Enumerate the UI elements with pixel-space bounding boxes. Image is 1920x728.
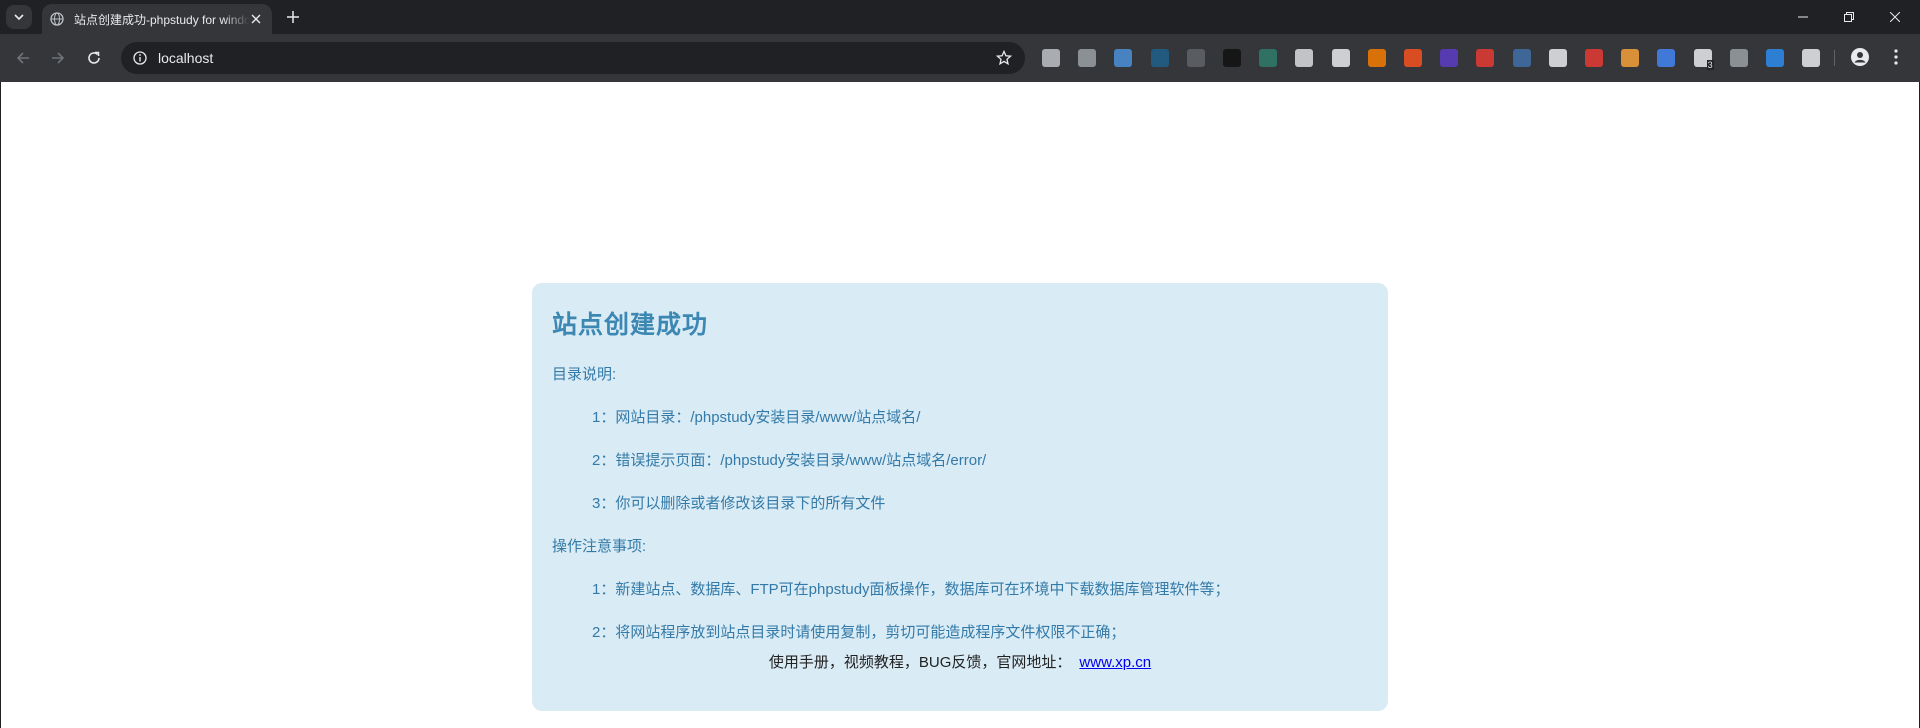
plus-icon bbox=[287, 11, 299, 23]
bookmark-star-icon[interactable] bbox=[995, 49, 1013, 67]
arrow-left-icon bbox=[16, 52, 29, 64]
site-info-icon[interactable] bbox=[131, 49, 149, 67]
minimize-button[interactable] bbox=[1780, 0, 1826, 34]
address-bar[interactable]: localhost bbox=[121, 42, 1025, 74]
close-window-icon bbox=[1890, 12, 1900, 22]
ext-2-icon[interactable] bbox=[1078, 49, 1097, 67]
ext-17-icon[interactable] bbox=[1621, 49, 1640, 67]
ext-20-icon[interactable] bbox=[1729, 49, 1748, 67]
ext-9-icon[interactable] bbox=[1331, 49, 1350, 67]
page-viewport: 站点创建成功 目录说明: 1：网站目录：/phpstudy安装目录/www/站点… bbox=[1, 82, 1919, 728]
extensions-puzzle-icon[interactable] bbox=[1802, 49, 1821, 67]
back-button[interactable] bbox=[9, 44, 37, 72]
official-site-link[interactable]: www.xp.cn bbox=[1079, 654, 1151, 671]
new-tab-button[interactable] bbox=[282, 6, 304, 28]
url-text: localhost bbox=[158, 50, 214, 66]
browser-tab[interactable]: 站点创建成功-phpstudy for windows bbox=[42, 4, 272, 34]
extension-badge: 3 bbox=[1706, 60, 1714, 70]
ext-4-icon[interactable] bbox=[1150, 49, 1169, 67]
ext-21-icon[interactable] bbox=[1766, 49, 1784, 67]
tab-title: 站点创建成功-phpstudy for windows bbox=[74, 12, 250, 27]
ext-5-icon[interactable] bbox=[1186, 49, 1205, 67]
notes-item: 2：将网站程序放到站点目录时请使用复制，剪切可能造成程序文件权限不正确； bbox=[592, 624, 1126, 641]
ext-3-icon[interactable] bbox=[1114, 49, 1133, 67]
ext-13-icon[interactable] bbox=[1476, 49, 1495, 67]
ext-6-icon[interactable] bbox=[1223, 49, 1241, 67]
footer: 使用手册，视频教程，BUG反馈，官网地址： www.xp.cn bbox=[532, 651, 1388, 672]
notes-item: 1：新建站点、数据库、FTP可在phpstudy面板操作，数据库可在环境中下载数… bbox=[592, 581, 1230, 598]
menu-button[interactable] bbox=[1884, 45, 1908, 69]
globe-icon bbox=[50, 11, 66, 27]
reload-button[interactable] bbox=[80, 44, 108, 72]
ext-7-icon[interactable] bbox=[1259, 49, 1278, 67]
reload-icon bbox=[88, 51, 100, 64]
toolbar-divider bbox=[1834, 50, 1835, 66]
ext-10-icon[interactable] bbox=[1367, 49, 1386, 67]
title-bar: 站点创建成功-phpstudy for windows bbox=[0, 0, 1920, 34]
ext-18-icon[interactable] bbox=[1657, 49, 1676, 67]
directory-item: 1：网站目录：/phpstudy安装目录/www/站点域名/ bbox=[592, 409, 921, 426]
footer-text: 使用手册，视频教程，BUG反馈，官网地址： bbox=[768, 654, 1072, 671]
ext-12-icon[interactable] bbox=[1440, 49, 1459, 67]
notes-section-title: 操作注意事项: bbox=[552, 538, 647, 555]
ext-1-icon[interactable] bbox=[1042, 49, 1060, 67]
close-window-button[interactable] bbox=[1872, 0, 1918, 34]
forward-button[interactable] bbox=[44, 44, 72, 72]
ext-14-icon[interactable] bbox=[1512, 49, 1531, 67]
ext-15-icon[interactable] bbox=[1548, 49, 1567, 67]
directory-item: 3：你可以删除或者修改该目录下的所有文件 bbox=[592, 495, 886, 512]
directory-section-title: 目录说明: bbox=[552, 366, 617, 383]
ext-8-icon[interactable] bbox=[1295, 49, 1314, 67]
restore-button[interactable] bbox=[1826, 0, 1872, 34]
directory-item: 2：错误提示页面：/phpstudy安装目录/www/站点域名/error/ bbox=[592, 452, 987, 469]
browser-toolbar: localhost 3 bbox=[0, 34, 1920, 82]
tab-search-button[interactable] bbox=[6, 5, 32, 29]
arrow-right-icon bbox=[52, 52, 65, 64]
page-title: 站点创建成功 bbox=[552, 310, 709, 339]
minimize-icon bbox=[1798, 16, 1808, 18]
person-icon bbox=[1851, 48, 1869, 66]
ext-19-icon[interactable]: 3 bbox=[1693, 49, 1714, 70]
ext-16-icon[interactable] bbox=[1585, 49, 1603, 67]
close-icon[interactable] bbox=[248, 11, 264, 27]
ext-11-icon[interactable] bbox=[1404, 49, 1422, 67]
restore-icon bbox=[1844, 12, 1854, 22]
more-vertical-icon bbox=[1894, 49, 1898, 65]
profile-button[interactable] bbox=[1848, 45, 1872, 69]
chevron-down-icon bbox=[14, 14, 24, 21]
success-panel: 站点创建成功 目录说明: 1：网站目录：/phpstudy安装目录/www/站点… bbox=[532, 283, 1388, 711]
